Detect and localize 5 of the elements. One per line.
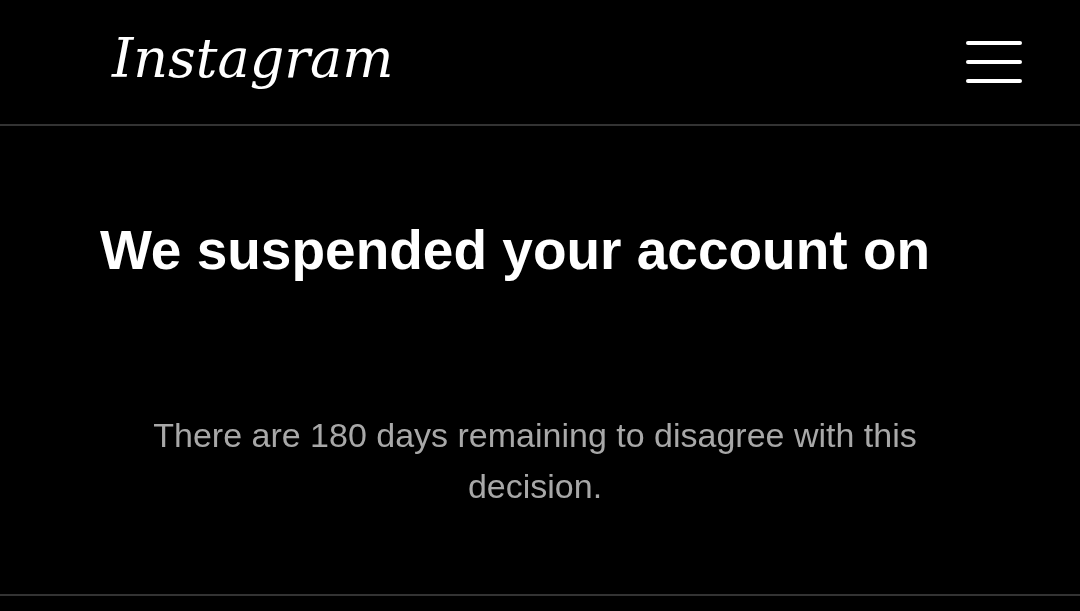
menu-button[interactable] bbox=[966, 40, 1022, 84]
logo: Instagram bbox=[112, 26, 394, 90]
heading: We suspended your account on bbox=[99, 218, 931, 282]
menu-icon bbox=[966, 40, 1022, 84]
message: There are 180 days remaining to disagree with this decision. bbox=[152, 415, 918, 507]
